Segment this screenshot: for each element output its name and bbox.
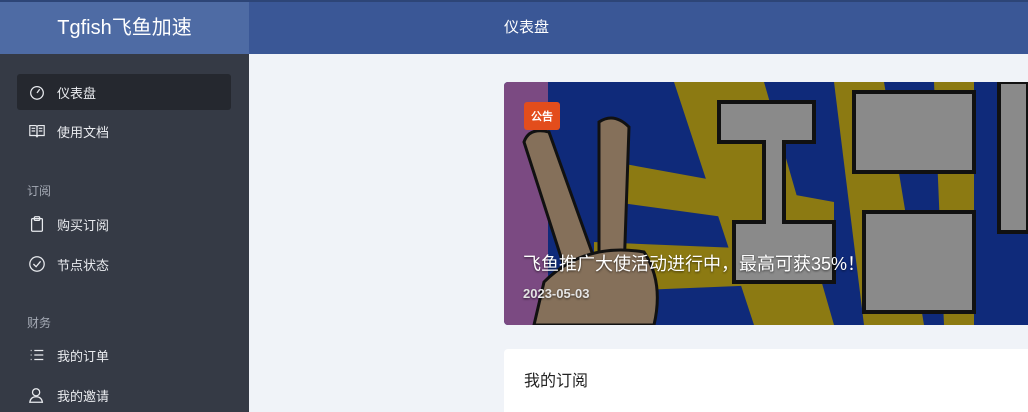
section-label-finance: 财务 [27,316,52,330]
sidebar-item-label: 我的邀请 [57,388,110,404]
sidebar-item-dashboard[interactable]: 仪表盘 [17,74,231,110]
notice-banner[interactable]: 公告 飞鱼推广大使活动进行中，最高可获35%！ 2023-05-03 [504,82,1028,325]
sidebar-item-my-orders[interactable]: 我的订单 [17,337,231,373]
users-icon [27,385,47,405]
list-icon [27,345,47,365]
clipboard-icon [27,214,47,234]
top-bar: Tgfish飞鱼加速 仪表盘 [0,0,1028,54]
brand-logo[interactable]: Tgfish飞鱼加速 [0,2,249,54]
sidebar-item-my-invites[interactable]: 我的邀请 [17,377,231,412]
sidebar-item-label: 购买订阅 [57,217,110,233]
sidebar: 仪表盘 使用文档 订阅 购买订阅 节点状态 财务 我的订单 我的邀请 [0,54,249,412]
notice-date: 2023-05-03 [523,286,590,301]
sidebar-item-docs[interactable]: 使用文档 [17,113,231,149]
subscription-card-title: 我的订阅 [524,373,589,390]
subscription-card: 我的订阅 [504,349,1028,412]
sidebar-item-buy-subscription[interactable]: 购买订阅 [17,206,231,242]
book-icon [27,121,47,141]
dashboard-icon [27,82,47,102]
notice-badge: 公告 [524,102,560,130]
page-title: 仪表盘 [504,19,550,36]
sidebar-item-node-status[interactable]: 节点状态 [17,246,231,282]
section-label-subscription: 订阅 [27,184,52,198]
check-circle-icon [27,254,47,274]
sidebar-item-label: 我的订单 [57,348,110,364]
notice-title[interactable]: 飞鱼推广大使活动进行中，最高可获35%！ [523,250,865,276]
sidebar-item-label: 节点状态 [57,257,110,273]
sidebar-item-label: 使用文档 [57,124,110,140]
sidebar-item-label: 仪表盘 [57,85,97,101]
